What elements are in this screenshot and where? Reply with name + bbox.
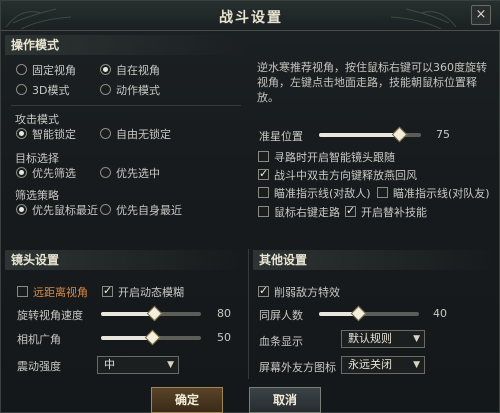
target-option-selected[interactable]: 优先选中 <box>116 165 160 181</box>
offscreen-friend-icon-value: 永远关闭 <box>348 358 392 371</box>
fov-value: 50 <box>217 331 231 344</box>
crosshair-label: 准星位置 <box>259 130 303 143</box>
crosshair-value: 75 <box>436 128 450 141</box>
vertical-divider <box>248 249 249 379</box>
crosshair-slider-fill <box>319 133 399 137</box>
shake-strength-dropdown[interactable]: 中 ▼ <box>97 356 179 374</box>
radio-icon[interactable] <box>16 204 27 215</box>
rotate-speed-label: 旋转视角速度 <box>17 309 83 322</box>
radio-icon[interactable] <box>100 128 111 139</box>
check-weaken-enemy-fx[interactable]: 削弱敌方特效 <box>274 284 340 300</box>
rotate-speed-slider-thumb[interactable] <box>146 305 163 322</box>
checkbox-icon[interactable] <box>258 167 269 180</box>
checkbox-icon[interactable] <box>258 151 269 162</box>
camera-option-3d[interactable]: 3D模式 <box>32 82 69 98</box>
check-substitute-skill[interactable]: 开启替补技能 <box>361 204 427 220</box>
checkbox-icon[interactable] <box>258 187 269 198</box>
checkbox-icon[interactable] <box>258 206 269 217</box>
radio-icon[interactable] <box>16 64 27 75</box>
camera-option-action[interactable]: 动作模式 <box>116 82 160 98</box>
checkbox-icon[interactable] <box>258 284 269 297</box>
hp-bar-value: 默认规则 <box>348 332 392 345</box>
attack-option-smart-lock[interactable]: 智能锁定 <box>32 126 76 142</box>
checkbox-icon[interactable] <box>377 187 388 198</box>
check-aim-line-ally[interactable]: 瞄准指示线(对队友) <box>393 185 490 201</box>
radio-icon[interactable] <box>16 167 27 178</box>
other-settings-header: 其他设置 <box>253 250 497 270</box>
close-icon[interactable]: × <box>471 5 491 25</box>
chevron-down-icon: ▼ <box>413 334 420 344</box>
title-bar: 战斗设置 × <box>1 1 500 31</box>
divider <box>11 105 241 106</box>
check-right-click-walk[interactable]: 鼠标右键走路 <box>274 204 340 220</box>
camera-option-free[interactable]: 自在视角 <box>116 62 160 78</box>
checkbox-icon[interactable] <box>102 284 113 297</box>
offscreen-friend-icon-dropdown[interactable]: 永远关闭 ▼ <box>341 356 425 374</box>
radio-icon[interactable] <box>16 128 27 139</box>
crosshair-slider-thumb[interactable] <box>391 126 408 143</box>
radio-icon[interactable] <box>100 167 111 178</box>
confirm-button[interactable]: 确定 <box>151 387 223 413</box>
checkbox-icon[interactable] <box>345 204 356 217</box>
check-smart-camera-follow[interactable]: 寻路时开启智能镜头跟随 <box>274 149 395 165</box>
radio-icon[interactable] <box>100 84 111 95</box>
shake-strength-label: 震动强度 <box>17 360 61 373</box>
fov-label: 相机广角 <box>17 333 61 346</box>
filter-option-self[interactable]: 优先自身最近 <box>116 202 182 218</box>
radio-icon[interactable] <box>100 64 111 75</box>
hp-bar-label: 血条显示 <box>259 335 303 348</box>
attack-mode-label: 攻击模式 <box>15 113 59 126</box>
checkbox-icon[interactable] <box>17 286 28 297</box>
filter-strategy-label: 筛选策略 <box>15 189 59 202</box>
check-aim-line-enemy[interactable]: 瞄准指示线(对敌人) <box>274 185 371 201</box>
rotate-speed-value: 80 <box>217 307 231 320</box>
same-screen-count-slider[interactable] <box>319 312 419 316</box>
same-screen-count-value: 40 <box>433 307 447 320</box>
chevron-down-icon: ▼ <box>167 360 174 370</box>
camera-option-fixed[interactable]: 固定视角 <box>32 62 76 78</box>
check-motion-blur[interactable]: 开启动态模糊 <box>118 284 184 300</box>
dialog-title: 战斗设置 <box>219 10 283 26</box>
combat-settings-dialog: 战斗设置 × 操作模式 固定视角 自在视角 3D模式 动作模式 逆水寒推荐视角，… <box>0 0 500 413</box>
check-far-view[interactable]: 远距离视角 <box>33 284 88 300</box>
radio-icon[interactable] <box>16 84 27 95</box>
camera-settings-header: 镜头设置 <box>5 250 245 270</box>
hp-bar-dropdown[interactable]: 默认规则 ▼ <box>341 330 425 348</box>
fov-slider-thumb[interactable] <box>144 329 161 346</box>
attack-option-free[interactable]: 自由无锁定 <box>116 126 171 142</box>
offscreen-friend-icon-label: 屏幕外友方图标 <box>259 361 336 374</box>
target-option-filter[interactable]: 优先筛选 <box>32 165 76 181</box>
check-double-tap-dash[interactable]: 战斗中双击方向键释放燕回风 <box>274 167 417 183</box>
shake-strength-value: 中 <box>104 358 115 371</box>
camera-hint-text: 逆水寒推荐视角，按住鼠标右键可以360度旋转视角，左键点击地面走路，技能朝鼠标位… <box>257 61 487 104</box>
operation-mode-header: 操作模式 <box>5 35 245 55</box>
chevron-down-icon: ▼ <box>413 360 420 370</box>
target-select-label: 目标选择 <box>15 152 59 165</box>
same-screen-count-label: 同屏人数 <box>259 309 303 322</box>
filter-option-mouse[interactable]: 优先鼠标最近 <box>32 202 98 218</box>
fov-slider-fill <box>101 336 151 340</box>
same-screen-count-slider-thumb[interactable] <box>350 305 367 322</box>
cancel-button[interactable]: 取消 <box>249 387 321 413</box>
radio-icon[interactable] <box>100 204 111 215</box>
